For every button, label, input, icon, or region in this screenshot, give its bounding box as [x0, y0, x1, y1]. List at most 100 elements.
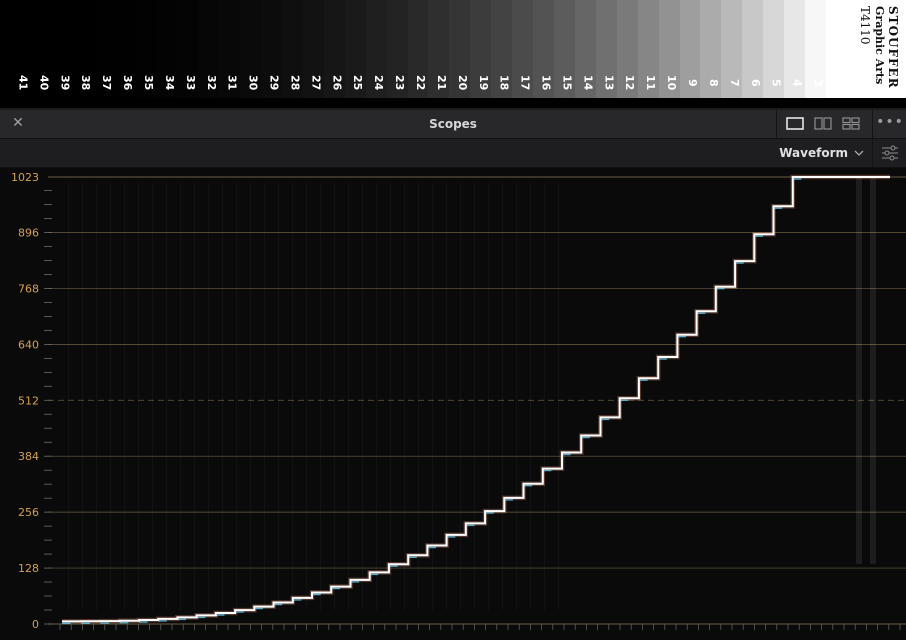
wedge-step-number: 37 — [100, 75, 114, 91]
wedge-step-number: 28 — [288, 75, 302, 91]
waveform-haze — [264, 183, 265, 610]
wedge-step-number: 19 — [476, 75, 490, 91]
wedge-step-number: 26 — [330, 75, 344, 91]
waveform-haze — [530, 183, 531, 610]
wedge-step-number: 29 — [267, 75, 281, 91]
quad-view-icon[interactable] — [842, 117, 860, 130]
y-tick-label: 256 — [18, 506, 39, 519]
waveform-haze — [348, 183, 349, 610]
waveform-haze — [180, 183, 181, 610]
wedge-step-number: 13 — [602, 75, 616, 91]
wedge-step-number: 22 — [414, 75, 427, 91]
wedge-step-number: 5 — [769, 79, 783, 87]
waveform-haze — [166, 183, 167, 610]
waveform-haze — [460, 183, 461, 610]
y-tick-label: 0 — [32, 618, 39, 631]
brand-model: T4110 — [858, 6, 872, 45]
waveform-scope: 1023 896 768 640 512 384 256 128 0 — [0, 168, 906, 640]
wedge-step-number: 35 — [142, 75, 155, 91]
wedge-step-number: 20 — [455, 75, 469, 91]
waveform-haze — [320, 183, 321, 610]
waveform-haze — [278, 183, 279, 610]
waveform-trace — [62, 176, 890, 623]
wedge-step-number: 14 — [581, 75, 595, 91]
wedge-step-number: 31 — [225, 75, 239, 91]
waveform-haze — [68, 183, 69, 610]
waveform-haze — [250, 183, 251, 610]
wedge-step-number: 7 — [727, 79, 741, 87]
waveform-haze — [138, 183, 139, 610]
waveform-haze — [558, 183, 559, 610]
waveform-haze — [222, 183, 223, 610]
wedge-step-number: 36 — [121, 75, 135, 91]
scopes-title-bar: ✕ Scopes ••• — [0, 110, 906, 139]
scope-type-label: Waveform — [779, 146, 848, 160]
wedge-step-number: 15 — [560, 75, 574, 91]
panel-title: Scopes — [429, 117, 477, 131]
wedge-step-number: 16 — [539, 75, 553, 91]
waveform-haze — [474, 183, 475, 610]
wedge-step-number: 34 — [162, 75, 176, 91]
scope-type-dropdown[interactable]: Waveform — [770, 139, 870, 167]
wedge-step-number: 17 — [518, 75, 532, 91]
brand-subtitle: Graphic Arts — [873, 6, 886, 85]
scope-toolbar: Waveform — [0, 139, 906, 168]
waveform-trace-chroma — [62, 178, 802, 625]
wedge-step-number: 30 — [246, 75, 260, 91]
y-tick-label: 512 — [18, 394, 39, 407]
wedge-step-number: 40 — [37, 75, 51, 91]
wedge-step-number: 32 — [204, 75, 218, 91]
wedge-step-number: 9 — [686, 79, 699, 87]
waveform-haze — [208, 183, 209, 610]
wedge-step-number: 33 — [183, 75, 197, 91]
wedge-step-number: 39 — [58, 75, 72, 91]
brand-title: STOUFFER — [886, 6, 900, 89]
waveform-haze — [516, 183, 517, 610]
y-tick-label: 384 — [18, 450, 39, 463]
y-tick-label: 640 — [18, 338, 39, 351]
wedge-step-number: 12 — [623, 75, 637, 91]
wedge-step-number: 4 — [790, 79, 804, 87]
waveform-haze — [376, 183, 377, 610]
single-view-icon[interactable] — [786, 117, 804, 130]
waveform-haze — [82, 183, 83, 610]
y-tick-label: 896 — [18, 226, 39, 239]
wedge-step-number: 10 — [665, 75, 679, 91]
wedge-step-number: 11 — [644, 75, 658, 91]
waveform-haze — [544, 183, 545, 610]
waveform-haze — [292, 183, 293, 610]
waveform-haze — [110, 183, 111, 610]
wedge-step-number: 21 — [434, 75, 448, 91]
waveform-haze — [488, 183, 489, 610]
waveform-haze — [194, 183, 195, 610]
step-wedge-patches: 41 40 39 38 37 36 35 34 33 32 31 30 29 28 27 26 25 24 23 22… — [0, 0, 906, 98]
waveform-haze — [870, 177, 876, 564]
y-tick-label: 128 — [18, 562, 39, 575]
waveform-haze — [418, 183, 419, 610]
wedge-step-number: 38 — [79, 75, 93, 91]
more-dots-icon[interactable]: ••• — [872, 110, 906, 138]
wedge-step-number: 3 — [811, 79, 825, 87]
waveform-haze — [362, 183, 363, 610]
sliders-icon[interactable] — [872, 139, 906, 167]
waveform-trace-glow — [62, 174, 890, 624]
waveform-haze — [96, 183, 97, 610]
wedge-step-number: 23 — [393, 75, 407, 91]
wedge-step-number: 27 — [309, 75, 323, 91]
waveform-haze — [856, 177, 862, 564]
wedge-step-number: 18 — [497, 75, 511, 91]
waveform-haze — [152, 183, 153, 610]
dual-view-icon[interactable] — [814, 117, 832, 130]
wedge-step-number: 41 — [16, 75, 30, 91]
y-tick-label: 768 — [18, 282, 39, 295]
chevron-down-icon — [854, 150, 864, 156]
layout-selector — [776, 110, 873, 138]
waveform-haze — [502, 183, 503, 610]
waveform-haze — [236, 183, 237, 610]
wedge-step-number: 8 — [706, 79, 720, 87]
y-tick-label: 1023 — [11, 171, 39, 184]
waveform-haze — [390, 183, 391, 610]
wedge-step-number: 24 — [372, 75, 386, 91]
waveform-haze — [306, 183, 307, 610]
step-wedge-image: 41 40 39 38 37 36 35 34 33 32 31 30 29 28 27 26 25 24 23 22… — [0, 0, 906, 108]
